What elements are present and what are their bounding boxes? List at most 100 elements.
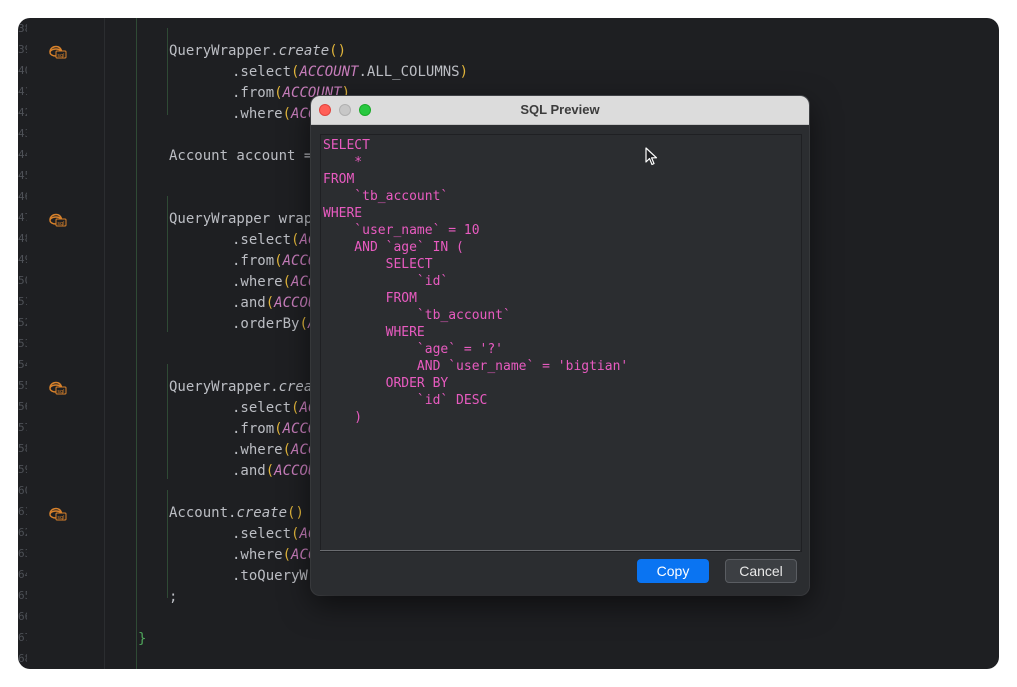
sql-line: AND `age` IN ( xyxy=(323,240,464,255)
line-number: 59 xyxy=(18,463,27,476)
line-number: 39 xyxy=(18,43,27,56)
dialog-divider xyxy=(320,550,800,551)
copy-button[interactable]: Copy xyxy=(637,559,709,583)
code-line: .and(ACCOU xyxy=(232,293,316,314)
code-token: ACCOUNT xyxy=(299,64,359,80)
sql-text-area[interactable]: SELECT * FROM `tb_account` WHERE `user_nam… xyxy=(320,134,802,552)
code-token: .toQueryWr xyxy=(232,568,317,584)
code-line: } xyxy=(138,629,146,650)
mouse-pointer-icon xyxy=(645,147,658,166)
cancel-button[interactable]: Cancel xyxy=(725,559,797,583)
line-number: 42 xyxy=(18,106,27,119)
code-line: ; xyxy=(169,587,177,608)
line-gutter: 38 39 sql 40 41 42 43 44 45 46 47 sql 48 49 50 51 52 53 54… xyxy=(18,18,104,669)
line-number: 52 xyxy=(18,316,27,329)
code-token: ( xyxy=(265,463,275,479)
line-number: 48 xyxy=(18,232,27,245)
line-number: 50 xyxy=(18,274,27,287)
code-token: ) xyxy=(459,64,469,80)
code-token: ( xyxy=(274,85,283,101)
sql-line: ) xyxy=(323,410,363,425)
code-token: ( xyxy=(282,274,292,290)
code-token: ( xyxy=(265,295,275,311)
indent-guide xyxy=(167,28,168,115)
code-token: Account. xyxy=(169,505,237,521)
line-number: 66 xyxy=(18,610,27,623)
code-token: QueryWrapper wrapp xyxy=(169,211,321,227)
line-number: 49 xyxy=(18,253,27,266)
code-token: .select xyxy=(232,400,292,416)
code-token: QueryWrapper. xyxy=(169,43,279,59)
svg-text:sql: sql xyxy=(57,389,64,395)
sql-preview-gutter-icon[interactable]: sql xyxy=(48,212,68,227)
code-token: ( xyxy=(282,547,292,563)
code-line: .orderBy(A xyxy=(232,314,316,335)
line-number: 54 xyxy=(18,358,27,371)
code-token: .and xyxy=(232,463,266,479)
code-token: .select xyxy=(232,526,292,542)
code-line: .where(ACC xyxy=(232,272,316,293)
code-token: .from xyxy=(232,85,275,101)
code-token: () xyxy=(329,43,347,59)
line-number: 61 xyxy=(18,505,27,518)
code-token: .ALL_COLUMNS xyxy=(358,64,460,80)
code-line: .from(ACCO xyxy=(232,419,316,440)
sql-preview-gutter-icon[interactable]: sql xyxy=(48,44,68,59)
code-line: QueryWrapper wrapp xyxy=(169,209,321,230)
code-token: } xyxy=(138,631,147,647)
line-number: 62 xyxy=(18,526,27,539)
line-number: 60 xyxy=(18,484,27,497)
code-token: create xyxy=(278,43,330,59)
line-number: 53 xyxy=(18,337,27,350)
code-token: .where xyxy=(232,106,283,122)
code-token: create xyxy=(236,505,288,521)
line-number: 68 xyxy=(18,652,27,665)
code-token: ACCOU xyxy=(274,463,317,479)
code-token: .select xyxy=(232,232,292,248)
code-token: QueryWrapper. xyxy=(169,379,279,395)
line-number: 38 xyxy=(18,22,27,35)
line-number: 47 xyxy=(18,211,27,224)
code-line: Account account = xyxy=(169,146,312,167)
sql-line: `user_name` = 10 xyxy=(323,223,480,238)
line-number: 57 xyxy=(18,421,27,434)
line-number: 65 xyxy=(18,589,27,602)
code-token: .where xyxy=(232,547,283,563)
sql-line: WHERE xyxy=(323,206,363,221)
code-token: .from xyxy=(232,253,275,269)
gutter-divider xyxy=(104,18,105,669)
indent-guide xyxy=(167,196,168,332)
sql-line: ORDER BY xyxy=(323,376,449,391)
line-number: 55 xyxy=(18,379,27,392)
code-token: ( xyxy=(274,421,283,437)
code-token: .orderBy xyxy=(232,316,300,332)
sql-line: `tb_account` xyxy=(323,308,511,323)
code-line: .select(ACCOUNT.ALL_COLUMNS) xyxy=(232,62,468,83)
sql-line: AND `user_name` = 'bigtian' xyxy=(323,359,629,374)
dialog-title: SQL Preview xyxy=(520,102,600,117)
line-number: 44 xyxy=(18,148,27,161)
code-token: ( xyxy=(282,106,292,122)
code-token: .where xyxy=(232,274,283,290)
svg-text:sql: sql xyxy=(57,53,64,59)
sql-line: FROM xyxy=(323,291,417,306)
code-token: .select xyxy=(232,64,292,80)
code-token: ( xyxy=(282,442,292,458)
sql-preview-gutter-icon[interactable]: sql xyxy=(48,506,68,521)
code-line: .select(AC xyxy=(232,524,316,545)
sql-preview-gutter-icon[interactable]: sql xyxy=(48,380,68,395)
line-number: 45 xyxy=(18,169,27,182)
line-number: 64 xyxy=(18,568,27,581)
code-line: .from(ACCO xyxy=(232,251,316,272)
sql-line: `id` xyxy=(323,274,449,289)
code-token: .from xyxy=(232,421,275,437)
line-number: 40 xyxy=(18,64,27,77)
sql-line: SELECT xyxy=(323,257,433,272)
sql-line: FROM xyxy=(323,172,355,187)
code-token: ( xyxy=(274,253,283,269)
sql-preview-dialog: SQL Preview SELECT * FROM `tb_account` WHE… xyxy=(311,96,809,595)
dialog-titlebar[interactable]: SQL Preview xyxy=(311,96,809,125)
indent-guide xyxy=(167,364,168,479)
sql-line: `tb_account` xyxy=(323,189,449,204)
line-number: 51 xyxy=(18,295,27,308)
